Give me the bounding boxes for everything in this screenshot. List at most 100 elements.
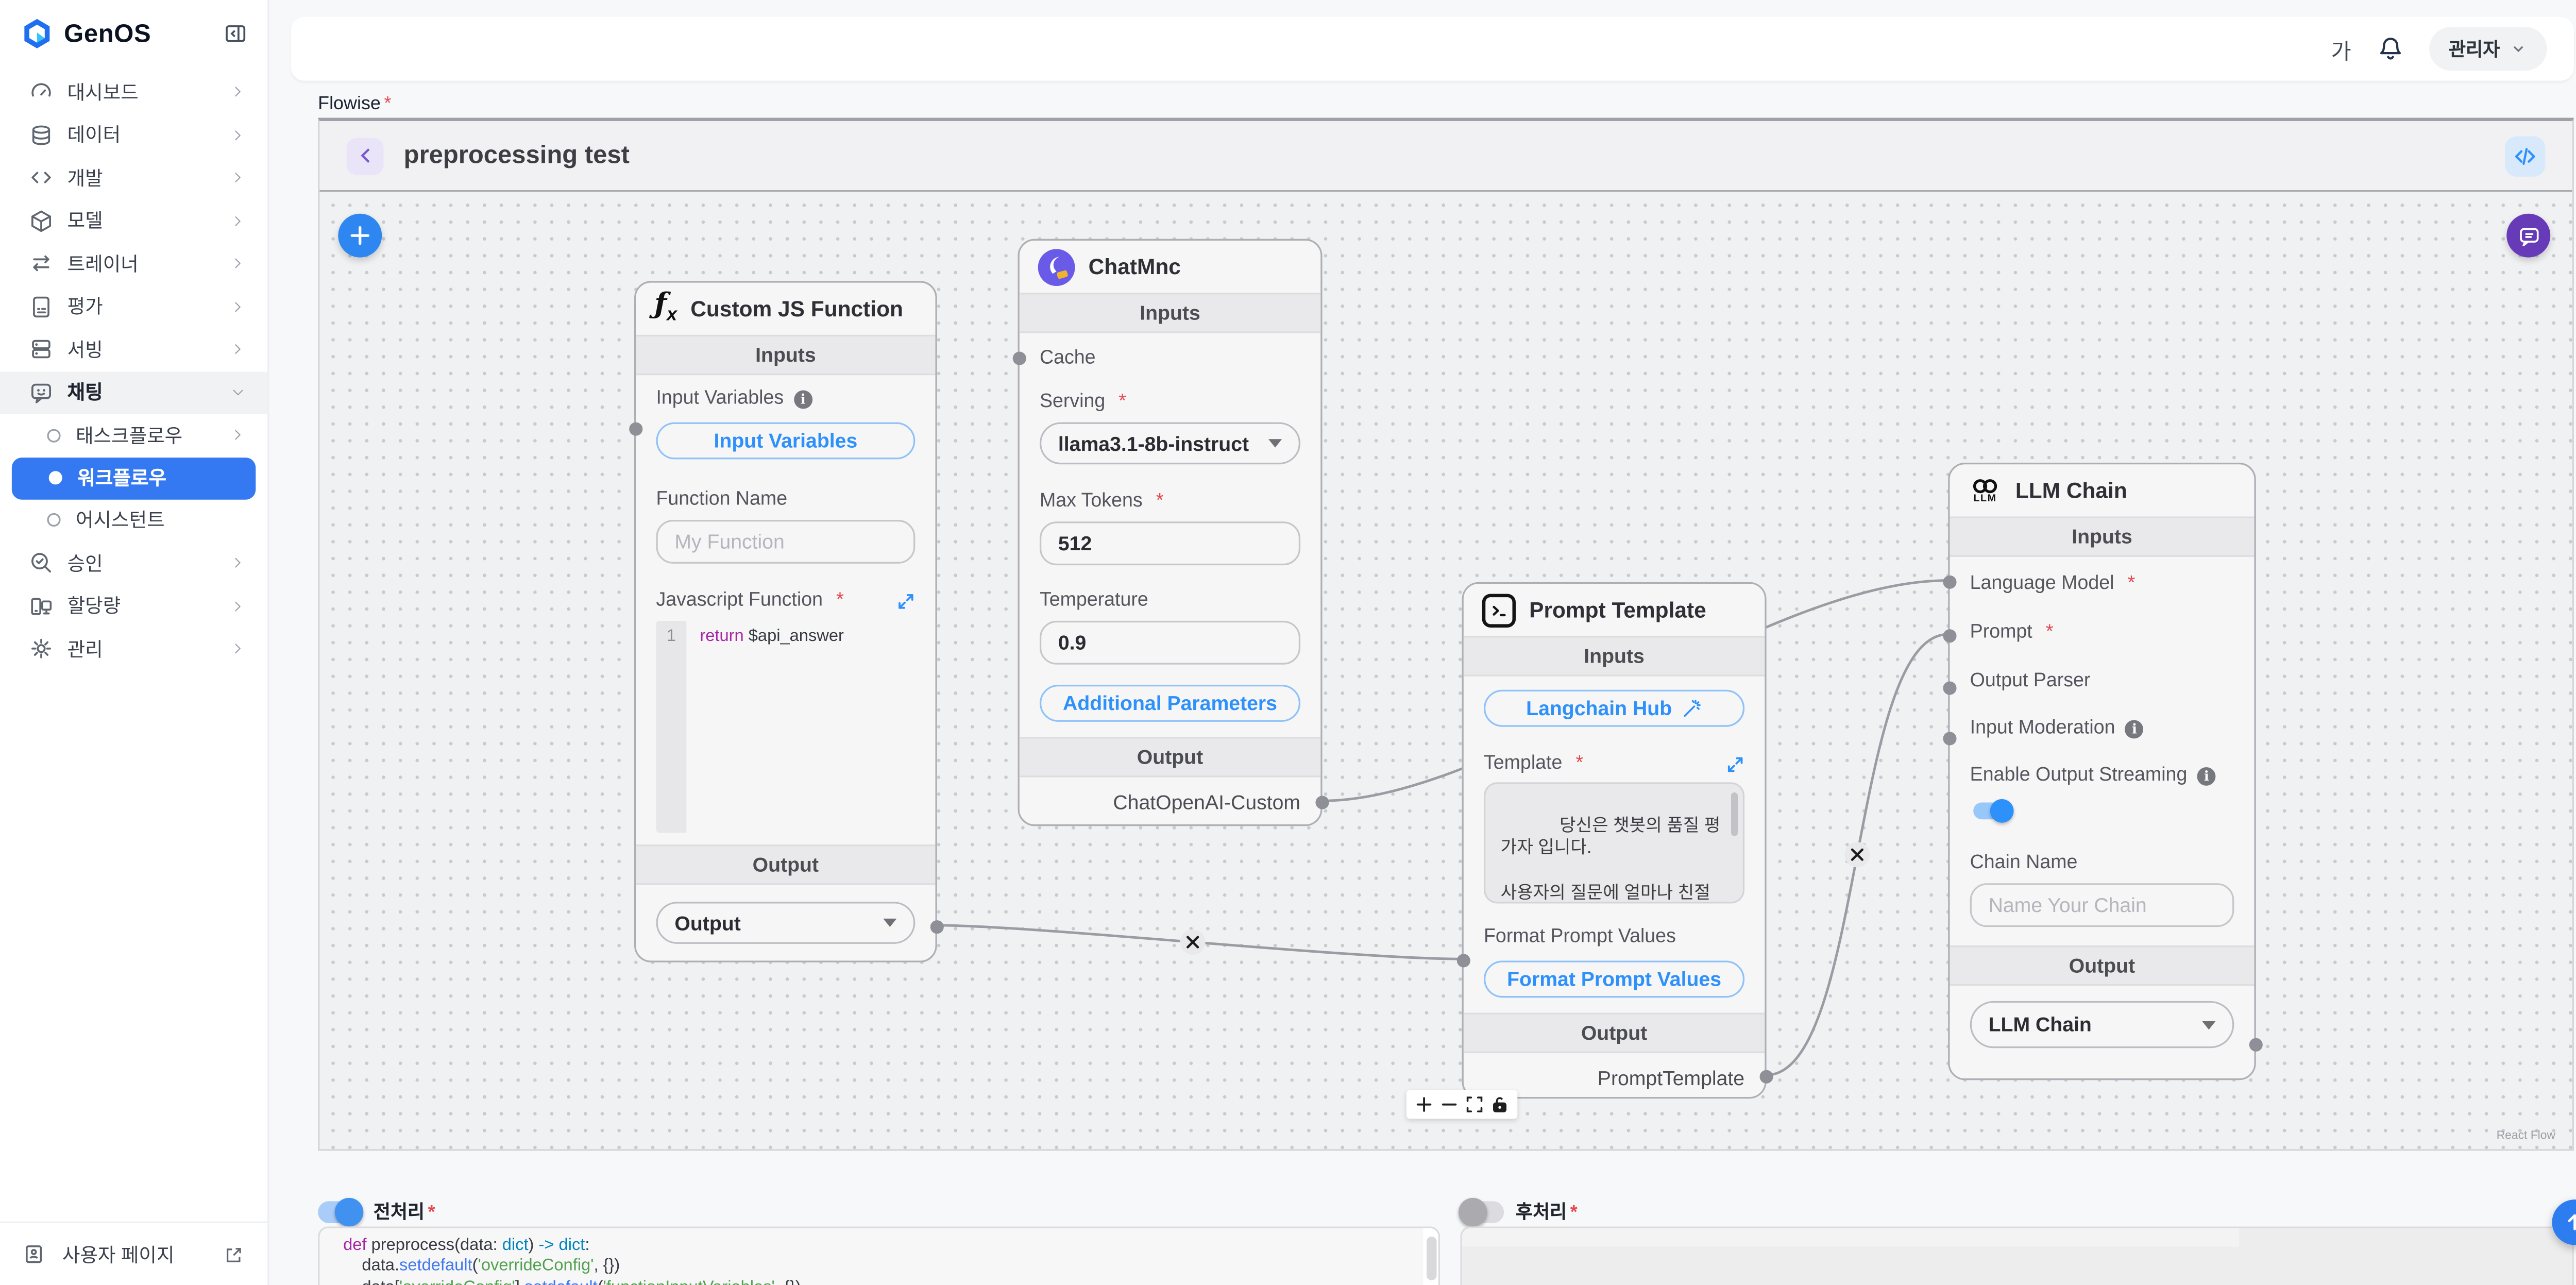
user-page-icon [24,1242,49,1267]
sidebar-item-trainer[interactable]: 트레이너 [0,242,267,285]
prompt-label: Prompt [1970,622,2032,642]
screenshot-stage: GenOS 대시보드데이터개발모델트레이너평가서빙채팅태스크플로우워크플로우어시… [0,0,2576,1285]
sidebar-item-approval[interactable]: 승인 [0,542,267,584]
node-chatmnc[interactable]: ChatMnc Inputs Cache Serving * llama3.1-… [1018,239,1323,826]
inputs-section-header: Inputs [1950,516,2254,556]
sidebar-item-admin[interactable]: 관리 [0,628,267,670]
postprocess-label: 후처리* [1516,1198,1578,1225]
zoom-in-button[interactable] [1415,1095,1433,1114]
user-page-label: 사용자 페이지 [62,1241,175,1267]
trainer-icon [27,250,54,277]
output-anchor-label: ChatOpenAI-Custom [1113,791,1300,815]
template-textarea[interactable]: 당신은 챗봇의 품질 평가자 입니다. 사용자의 질문에 얼마나 친절하게 논리… [1484,782,1744,903]
chat-button[interactable] [2506,214,2550,258]
output-streaming-toggle[interactable] [1973,803,2010,820]
profile-menu-button[interactable]: 관리자 [2429,27,2547,71]
format-prompt-values-label: Format Prompt Values [1484,927,1676,947]
flow-canvas[interactable]: ƒx Custom JS Function Inputs Input Varia… [319,192,2572,1151]
sidebar-item-dashboard[interactable]: 대시보드 [0,71,267,113]
sidebar-item-label: 대시보드 [67,79,139,106]
postprocess-code-editor[interactable] [1460,1226,2574,1285]
max-tokens-input[interactable]: 512 [1040,521,1300,565]
output-handle-llm-chain[interactable] [2248,1038,2262,1052]
langchain-hub-button[interactable]: Langchain Hub [1484,690,1744,727]
info-icon: i [2125,719,2144,738]
chevron-right-icon [230,213,245,228]
chevron-down-icon [1268,439,1282,447]
sidebar-collapse-icon[interactable] [224,22,247,45]
sidebar-item-taskflow[interactable]: 태스크플로우 [0,414,267,456]
external-link-icon [224,1244,244,1264]
max-tokens-value: 512 [1058,532,1092,555]
template-text: 당신은 챗봇의 품질 평가자 입니다. 사용자의 질문에 얼마나 친절하게 논리… [1501,815,1727,903]
sidebar-item-label: 할당량 [67,593,121,619]
edge-delete-button[interactable] [1180,929,1206,955]
sidebar-item-assistant[interactable]: 어시스턴트 [0,499,267,542]
font-size-button[interactable]: 가 [2331,33,2351,65]
back-button[interactable] [347,137,384,174]
input-variables-button[interactable]: Input Variables [656,422,915,460]
preprocess-toggle[interactable] [318,1201,362,1222]
flow-title: preprocessing test [404,141,630,170]
node-llm-chain[interactable]: LLM LLM Chain Inputs Language Model * Pr… [1948,463,2256,1080]
serving-select[interactable]: llama3.1-8b-instruct [1040,422,1300,465]
textarea-scrollbar[interactable] [1731,792,1738,836]
function-name-label: Function Name [656,489,787,510]
toggle-knob [1990,799,2014,823]
notifications-bell-icon[interactable] [2377,36,2403,62]
output-section-header: Output [636,844,935,885]
topbar: 가 관리자 [291,17,2574,81]
edge-delete-button[interactable] [1844,842,1870,867]
output-select[interactable]: Output [656,902,915,944]
additional-parameters-label: Additional Parameters [1063,691,1277,715]
flowise-label-text: Flowise [318,94,381,114]
chevron-right-icon [230,428,245,443]
react-flow-attribution: React Flow [2497,1130,2555,1142]
output-section-header: Output [1020,737,1320,777]
sidebar-item-quota[interactable]: 할당량 [0,585,267,628]
sidebar-item-data[interactable]: 데이터 [0,113,267,156]
sidebar-item-model[interactable]: 모델 [0,199,267,242]
sidebar-item-workflow[interactable]: 워크플로우 [12,457,256,499]
preprocess-code-editor[interactable]: def preprocess(data: dict) -> dict: data… [318,1226,1440,1285]
genos-logo-icon [20,17,54,50]
node-title: LLM Chain [2015,478,2127,503]
postprocess-toggle[interactable] [1460,1201,1504,1222]
expand-icon[interactable] [896,591,915,610]
format-prompt-values-button[interactable]: Format Prompt Values [1484,960,1744,997]
chevron-right-icon [230,342,245,357]
temperature-label: Temperature [1040,590,1148,611]
node-title: Prompt Template [1529,597,1706,622]
lock-button[interactable] [1490,1095,1509,1114]
chevron-down-icon [2510,40,2527,57]
llm-chain-icon: LLM [1968,476,2002,505]
js-code-editor[interactable]: 1 return $api_answer [656,621,915,833]
sidebar-item-serving[interactable]: 서빙 [0,328,267,371]
node-custom-js-function[interactable]: ƒx Custom JS Function Inputs Input Varia… [634,281,937,962]
fit-view-button[interactable] [1465,1095,1484,1114]
view-code-button[interactable] [2505,136,2545,176]
function-icon: ƒx [654,292,677,326]
langchain-hub-label: Langchain Hub [1526,697,1672,720]
expand-icon[interactable] [1726,754,1744,773]
chain-name-input[interactable]: Name Your Chain [1970,883,2234,927]
zoom-out-button[interactable] [1440,1095,1459,1114]
code-scrollbar[interactable] [1423,1228,1438,1285]
node-prompt-template[interactable]: Prompt Template Inputs Langchain Hub Tem… [1462,582,1767,1098]
sidebar-item-eval[interactable]: 평가 [0,285,267,328]
sidebar-item-dev[interactable]: 개발 [0,157,267,199]
chevron-down-icon [883,919,896,927]
input-variables-label: Input Variables [656,388,784,409]
sidebar-item-label: 평가 [67,293,103,320]
radio-circle-icon [47,514,60,527]
sidebar-item-chat[interactable]: 채팅 [0,371,267,414]
additional-parameters-button[interactable]: Additional Parameters [1040,685,1300,722]
add-node-button[interactable] [338,214,382,258]
llm-chain-output-select[interactable]: LLM Chain [1970,1001,2234,1048]
function-name-input[interactable]: My Function [656,520,915,564]
sidebar-footer-user-page[interactable]: 사용자 페이지 [0,1222,267,1285]
output-anchor-label: PromptTemplate [1598,1067,1744,1090]
serving-icon [27,336,54,363]
temperature-input[interactable]: 0.9 [1040,621,1300,665]
temperature-value: 0.9 [1058,631,1086,654]
